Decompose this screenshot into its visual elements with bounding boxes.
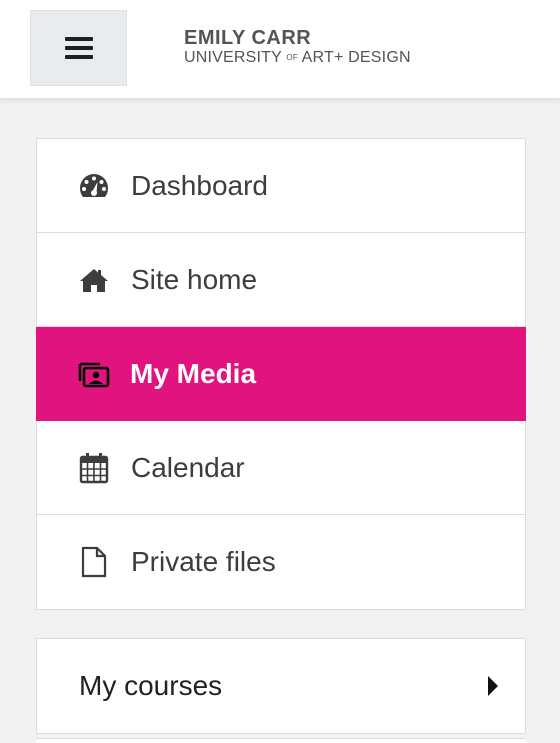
next-section-edge: [36, 738, 526, 743]
hamburger-icon: [64, 37, 93, 59]
home-icon: [77, 263, 111, 297]
nav-item-calendar[interactable]: Calendar: [37, 421, 525, 515]
nav-item-dashboard[interactable]: Dashboard: [37, 139, 525, 233]
nav-item-my-media[interactable]: My Media: [36, 327, 526, 421]
dashboard-gauge-icon: [77, 169, 111, 203]
calendar-icon: [77, 451, 111, 485]
site-logo[interactable]: EMILY CARR UNIVERSITY OF ART+ DESIGN: [184, 28, 411, 66]
caret-right-icon: [487, 675, 499, 702]
nav-item-private-files[interactable]: Private files: [37, 515, 525, 609]
menu-toggle-button[interactable]: [30, 10, 127, 86]
top-navbar: EMILY CARR UNIVERSITY OF ART+ DESIGN: [0, 0, 560, 99]
file-icon: [77, 545, 111, 579]
logo-line-2: UNIVERSITY OF ART+ DESIGN: [184, 49, 411, 66]
nav-label-site-home: Site home: [131, 263, 258, 295]
media-gallery-icon: [76, 357, 110, 391]
nav-label-dashboard: Dashboard: [131, 169, 268, 201]
nav-label-private-files: Private files: [131, 546, 276, 577]
logo-line-1: EMILY CARR: [184, 27, 312, 49]
nav-label-my-media: My Media: [130, 357, 257, 389]
main-navigation: Dashboard Site home My Media Calendar Pr…: [36, 138, 526, 610]
my-courses-label: My courses: [79, 670, 223, 701]
nav-item-site-home[interactable]: Site home: [37, 233, 525, 327]
my-courses-toggle[interactable]: My courses: [36, 638, 526, 734]
nav-label-calendar: Calendar: [131, 451, 245, 483]
